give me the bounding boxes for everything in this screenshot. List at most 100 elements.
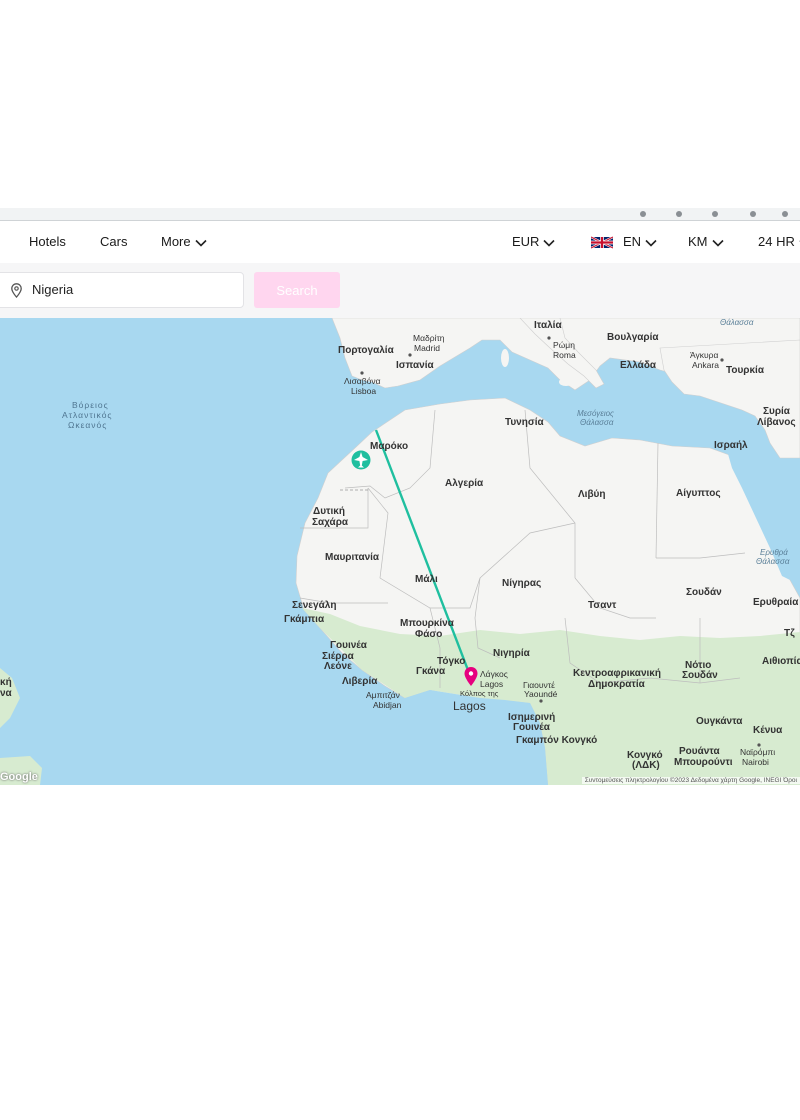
label-burkina-2: Φάσο xyxy=(415,629,442,640)
label-liberia: Λιβερία xyxy=(342,676,378,687)
city-dot-madrid xyxy=(408,353,412,357)
extension-icon[interactable] xyxy=(640,211,646,217)
label-uganda: Ουγκάντα xyxy=(696,716,743,727)
extension-icon[interactable] xyxy=(712,211,718,217)
map-attribution[interactable]: Συντομεύσεις πληκτρολογίου ©2023 Δεδομέν… xyxy=(581,777,800,784)
label-ghana: Γκάνα xyxy=(416,666,446,677)
destination-input-value: Nigeria xyxy=(32,282,74,297)
label-portugal: Πορτογαλία xyxy=(338,345,395,356)
label-togo: Τόγκο xyxy=(437,656,465,667)
label-ankara-2: Ankara xyxy=(692,360,719,370)
label-nairobi-2: Nairobi xyxy=(742,757,769,767)
chevron-down-icon xyxy=(195,239,207,247)
label-libya: Λιβύη xyxy=(578,489,605,500)
currency-selector[interactable]: EUR xyxy=(512,221,556,263)
label-western-sahara-1: Δυτική xyxy=(313,506,345,517)
label-eq-guinea-2: Γουινέα xyxy=(513,722,551,733)
label-rwanda: Ρουάντα xyxy=(679,746,720,757)
label-atlantic-1: Βόρειος xyxy=(72,400,109,410)
label-nigeria: Νιγηρία xyxy=(493,648,531,659)
label-abidjan-1: Αμπιτζάν xyxy=(366,690,400,700)
time-format-selector[interactable]: 24 HR xyxy=(758,221,800,263)
label-eritrea: Ερυθραία xyxy=(753,597,799,608)
profile-avatar-icon[interactable] xyxy=(782,211,788,217)
origin-airport-marker[interactable] xyxy=(351,450,371,470)
label-burundi: Μπουρούντι xyxy=(674,757,733,768)
label-gambia: Γκάμπια xyxy=(284,614,325,625)
label-madrid-1: Μαδρίτη xyxy=(413,333,445,343)
label-red-sea-2: Θάλασσα xyxy=(756,557,790,566)
city-dot-yaounde xyxy=(539,699,543,703)
label-nairobi-1: Ναϊρόμπι xyxy=(740,747,775,757)
label-lagos-2: Lagos xyxy=(480,679,503,689)
label-yaounde-2: Yaoundé xyxy=(524,689,558,699)
city-dot-lisbon xyxy=(360,371,364,375)
nav-more-label: More xyxy=(161,234,191,249)
label-lagos-1: Λάγκος xyxy=(480,669,508,679)
land-sicily xyxy=(559,378,573,386)
label-med-2: Θάλασσα xyxy=(580,418,614,427)
label-gabon-congo: Γκαμπόν Κονγκό xyxy=(516,735,597,746)
label-ankara-1: Άγκυρα xyxy=(690,350,719,360)
extension-icon[interactable] xyxy=(750,211,756,217)
label-atlantic-2: Ατλαντικός xyxy=(62,410,113,420)
label-left-edge-1: κή xyxy=(0,677,12,688)
distance-unit-selector[interactable]: KM xyxy=(688,221,724,263)
label-madrid-2: Madrid xyxy=(414,343,440,353)
browser-toolbar-strip xyxy=(0,208,800,221)
label-mauritania: Μαυριτανία xyxy=(325,552,380,563)
land-sardinia xyxy=(501,349,509,367)
chevron-down-icon xyxy=(711,239,724,247)
label-israel: Ισραήλ xyxy=(714,440,748,451)
label-morocco: Μαρόκο xyxy=(370,441,408,452)
label-western-sahara-2: Σαχάρα xyxy=(312,517,349,528)
label-senegal: Σενεγάλη xyxy=(292,600,336,611)
label-rome-1: Ρώμη xyxy=(553,340,575,350)
label-tunisia: Τυνησία xyxy=(505,417,544,428)
label-algeria: Αλγερία xyxy=(445,478,484,489)
label-south-sudan-2: Σουδάν xyxy=(682,670,718,681)
label-niger: Νίγηρας xyxy=(502,578,541,589)
search-button[interactable]: Search xyxy=(254,272,340,308)
label-italy: Ιταλία xyxy=(534,320,562,331)
label-syria: Συρία xyxy=(763,406,791,417)
label-atlantic-3: Ωκεανός xyxy=(68,420,107,430)
nav-hotels-link[interactable]: Hotels xyxy=(29,221,66,263)
search-bar: Nigeria Search xyxy=(0,263,800,318)
label-egypt: Αίγυπτος xyxy=(676,488,721,499)
nav-more-dropdown[interactable]: More xyxy=(161,221,207,263)
extension-icon[interactable] xyxy=(676,211,682,217)
label-kenya: Κένυα xyxy=(753,725,783,736)
label-turkey: Τουρκία xyxy=(726,365,765,376)
label-med-1: Μεσόγειος xyxy=(577,409,614,418)
label-sudan: Σουδάν xyxy=(686,587,722,598)
label-djibouti: Τζ xyxy=(784,628,795,639)
label-sierra-leone-2: Λεόνε xyxy=(324,661,352,672)
label-lebanon: Λίβανος xyxy=(757,417,796,428)
label-abidjan-2: Abidjan xyxy=(373,700,402,710)
route-map[interactable]: Πορτογαλία Ισπανία Ιταλία Βουλγαρία Ελλά… xyxy=(0,318,800,785)
nav-cars-label: Cars xyxy=(100,234,128,249)
label-car-2: Δημοκρατία xyxy=(588,679,646,690)
chevron-down-icon xyxy=(543,239,556,247)
label-lisbon-1: Λισαβόνα xyxy=(344,376,381,386)
language-selector[interactable]: EN xyxy=(587,221,657,263)
location-pin-icon xyxy=(11,283,22,298)
label-gulf: Κόλπος της xyxy=(460,689,499,698)
label-greece: Ελλάδα xyxy=(620,360,657,371)
map-canvas[interactable]: Πορτογαλία Ισπανία Ιταλία Βουλγαρία Ελλά… xyxy=(0,318,800,785)
label-lisbon-2: Lisboa xyxy=(351,386,376,396)
top-navigation: Hotels Cars More EUR EN KM 24 HR xyxy=(0,221,800,263)
uk-flag-icon xyxy=(591,236,613,250)
time-format-label: 24 HR xyxy=(758,234,795,249)
label-bulgaria: Βουλγαρία xyxy=(607,332,659,343)
label-chad: Τσαντ xyxy=(588,600,617,611)
currency-label: EUR xyxy=(512,234,540,249)
label-mali: Μάλι xyxy=(415,574,438,585)
chevron-down-icon xyxy=(645,239,657,247)
language-label: EN xyxy=(623,234,642,249)
label-lagos-large: Lagos xyxy=(453,699,486,713)
nav-cars-link[interactable]: Cars xyxy=(100,221,127,263)
destination-search-input[interactable]: Nigeria xyxy=(0,272,244,308)
nav-hotels-label: Hotels xyxy=(29,234,66,249)
